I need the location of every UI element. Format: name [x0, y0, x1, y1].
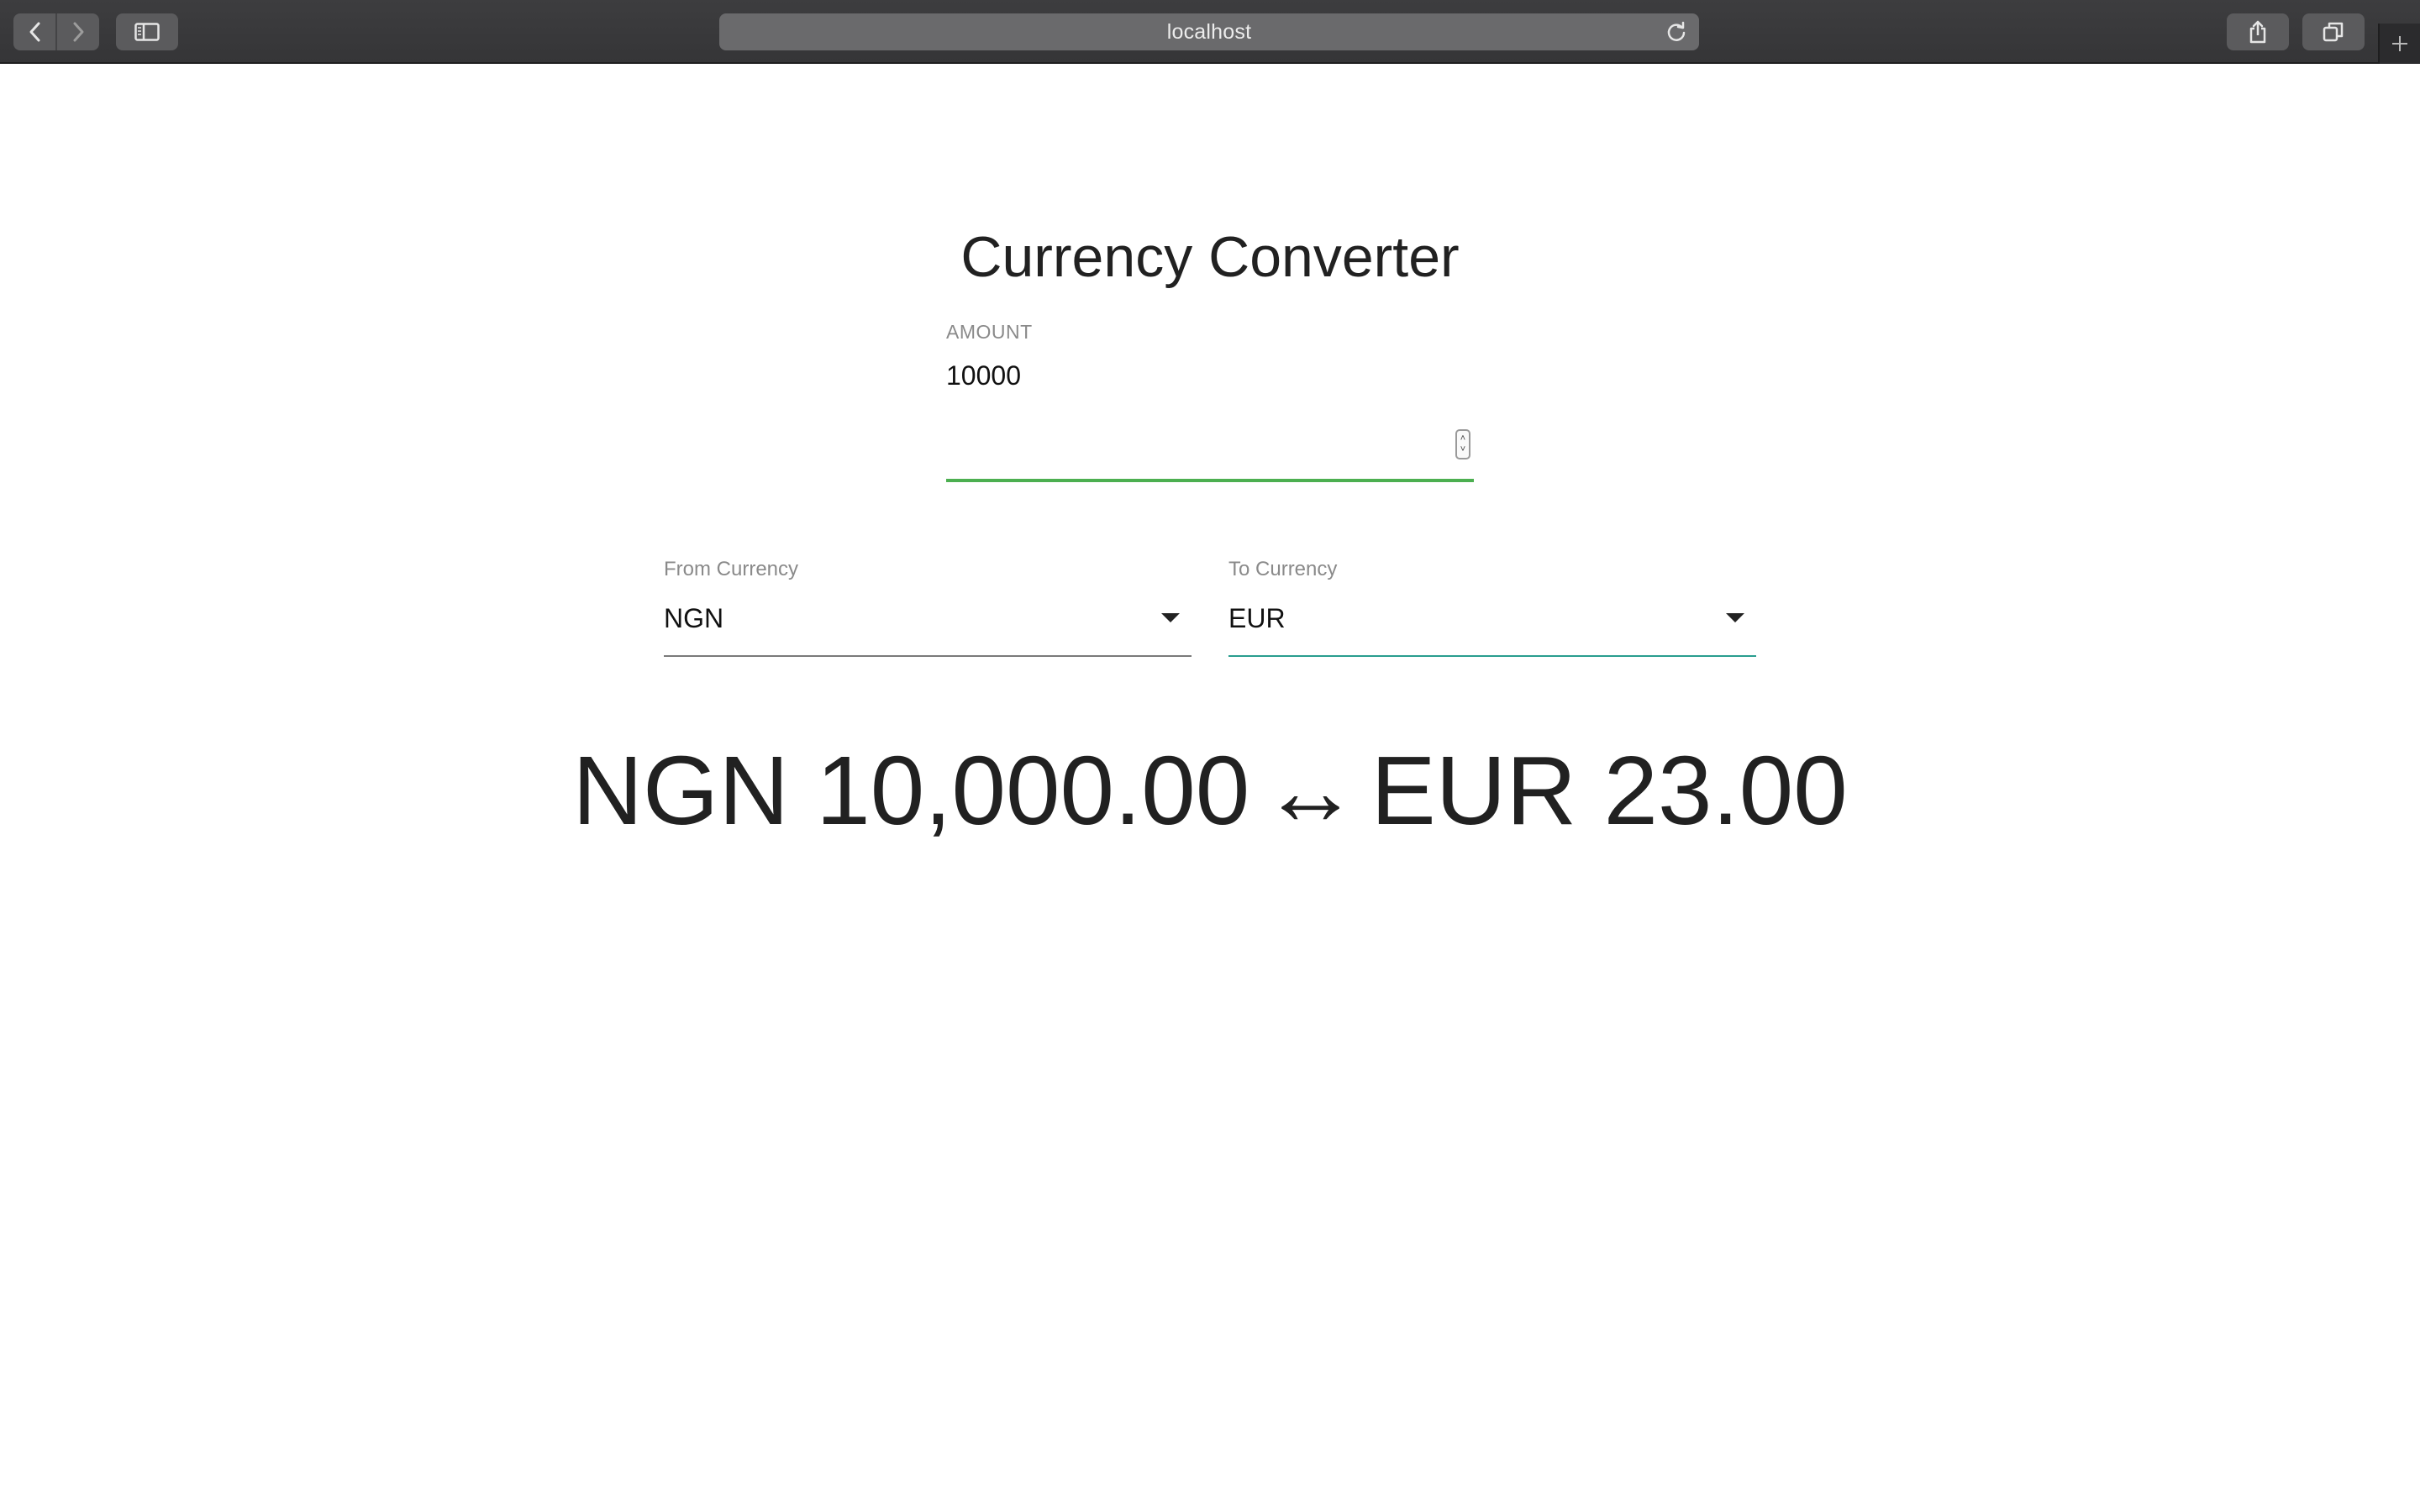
result-from-code: NGN [572, 736, 790, 845]
browser-toolbar: localhost [0, 0, 2420, 64]
to-currency-value: EUR [1228, 603, 1286, 633]
chevron-left-icon [29, 22, 39, 42]
tabs-icon [2323, 22, 2344, 42]
to-currency-label: To Currency [1228, 558, 1338, 580]
reload-icon [1667, 21, 1686, 41]
page-title: Currency Converter [960, 225, 1460, 289]
result-from-amount: 10,000.00 [816, 736, 1250, 845]
history-nav-group [13, 13, 99, 50]
back-button[interactable] [13, 13, 56, 50]
result-to-code: EUR [1370, 736, 1577, 845]
address-bar[interactable]: localhost [719, 13, 1699, 50]
nav-divider [55, 13, 57, 50]
page-content: Currency Converter AMOUNT ˄ ˅ From Curre… [0, 64, 2420, 1512]
to-currency-select[interactable]: To Currency EUR [1228, 559, 1756, 659]
share-icon [2249, 20, 2266, 44]
from-currency-value: NGN [664, 603, 724, 633]
new-tab-button[interactable] [2378, 24, 2420, 64]
conversion-result: NGN 10,000.00 ↔ EUR 23.00 [0, 732, 2420, 849]
sidebar-icon [134, 23, 160, 41]
amount-field: AMOUNT ˄ ˅ [946, 321, 1474, 482]
tabs-overview-button[interactable] [2302, 13, 2365, 50]
amount-input[interactable] [946, 353, 1474, 398]
to-currency-underline [1228, 655, 1756, 657]
stepper-down-icon[interactable]: ˅ [1460, 444, 1465, 455]
from-currency-underline [664, 655, 1192, 657]
share-button[interactable] [2227, 13, 2289, 50]
from-currency-label: From Currency [664, 558, 799, 580]
dropdown-arrow-icon[interactable] [1726, 613, 1744, 622]
amount-label: AMOUNT [946, 321, 1033, 343]
result-to-amount: 23.00 [1603, 736, 1848, 845]
dropdown-arrow-icon[interactable] [1161, 613, 1180, 622]
address-text: localhost [1166, 19, 1252, 44]
from-currency-select[interactable]: From Currency NGN [664, 559, 1192, 659]
reload-button[interactable] [1665, 21, 1687, 43]
amount-underline [946, 479, 1474, 482]
stepper-up-icon[interactable]: ˄ [1460, 433, 1465, 444]
chevron-right-icon [73, 22, 83, 42]
exchange-arrow-icon: ↔ [1261, 736, 1360, 845]
sidebar-toggle-button[interactable] [116, 13, 178, 50]
forward-button[interactable] [56, 13, 99, 50]
plus-icon [2392, 36, 2407, 51]
amount-stepper[interactable]: ˄ ˅ [1455, 429, 1470, 459]
